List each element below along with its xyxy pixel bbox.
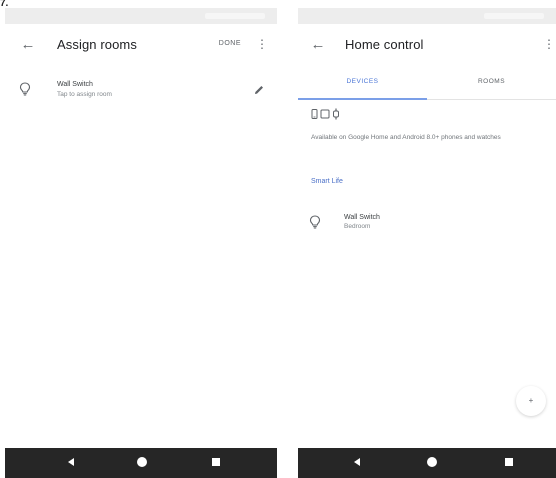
app-bar: ← Home control ⋮ — [298, 24, 556, 64]
status-icons — [484, 13, 544, 19]
active-tab-indicator — [298, 98, 427, 100]
lightbulb-icon — [19, 82, 31, 96]
nav-back-icon[interactable] — [354, 458, 360, 466]
done-button[interactable]: DONE — [219, 40, 241, 47]
phone-icon — [311, 109, 318, 119]
watch-icon — [333, 108, 339, 120]
nav-home-icon[interactable] — [427, 457, 437, 467]
back-button[interactable]: ← — [19, 35, 37, 53]
devices-description: Available on Google Home and Android 8.0… — [311, 134, 501, 141]
nav-recents-icon[interactable] — [212, 458, 220, 466]
system-nav-bar — [298, 448, 556, 478]
arrow-back-icon: ← — [310, 35, 326, 53]
device-subtitle: Tap to assign room — [57, 91, 112, 98]
section-title: Smart Life — [311, 178, 343, 185]
status-bar — [5, 8, 277, 24]
device-row[interactable]: Wall Switch Bedroom — [298, 206, 556, 238]
app-bar: ← Assign rooms DONE ⋮ — [5, 24, 277, 64]
nav-recents-icon[interactable] — [505, 458, 513, 466]
nav-back-icon[interactable] — [68, 458, 74, 466]
assign-rooms-screen: ← Assign rooms DONE ⋮ Wall Switch Tap to… — [5, 8, 277, 478]
system-nav-bar — [5, 448, 277, 478]
home-control-screen: ← Home control ⋮ DEVICES ROOMS Available… — [298, 8, 556, 478]
more-vert-icon: ⋮ — [256, 37, 268, 51]
add-device-fab[interactable]: + — [516, 386, 546, 416]
status-bar — [298, 8, 556, 24]
add-icon: + — [528, 396, 534, 405]
overflow-menu-button[interactable]: ⋮ — [543, 36, 555, 52]
tab-bar: DEVICES ROOMS — [298, 64, 556, 100]
tab-devices[interactable]: DEVICES — [298, 64, 427, 100]
step-marker: 7. — [0, 0, 9, 9]
page-title: Home control — [345, 37, 424, 52]
tab-rooms[interactable]: ROOMS — [427, 64, 556, 100]
status-icons — [205, 13, 265, 19]
edit-pencil-icon[interactable] — [253, 84, 265, 96]
tablet-icon — [320, 109, 330, 119]
nav-home-icon[interactable] — [137, 457, 147, 467]
device-subtitle: Bedroom — [344, 223, 371, 230]
back-button[interactable]: ← — [309, 35, 327, 53]
arrow-back-icon: ← — [20, 35, 36, 53]
supported-devices-icons — [311, 108, 339, 120]
device-row[interactable]: Wall Switch Tap to assign room — [5, 74, 277, 106]
page-title: Assign rooms — [57, 37, 137, 52]
overflow-menu-button[interactable]: ⋮ — [256, 36, 268, 52]
more-vert-icon: ⋮ — [543, 37, 555, 51]
device-name: Wall Switch — [344, 214, 380, 221]
lightbulb-icon — [309, 215, 321, 229]
device-name: Wall Switch — [57, 81, 93, 88]
